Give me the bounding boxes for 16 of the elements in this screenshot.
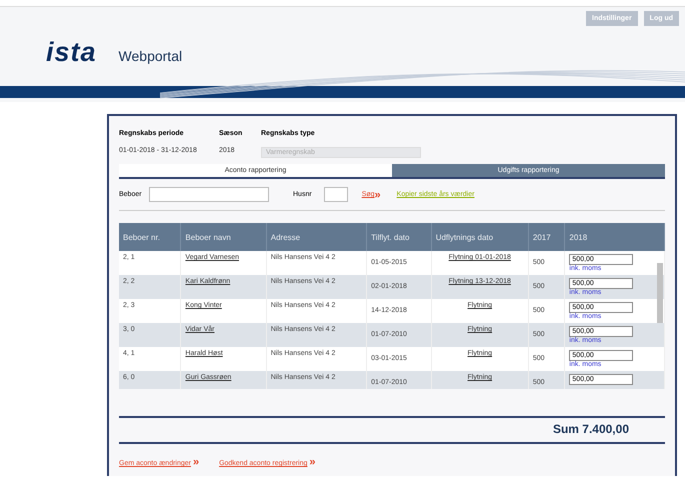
column-header: 2017 [528, 223, 565, 251]
chevron-icon: » [192, 456, 200, 468]
column-header: Beboer nr. [119, 223, 181, 251]
chevron-icon: » [309, 456, 316, 468]
logo: ista [46, 37, 97, 68]
column-header: 2018 [564, 223, 664, 251]
column-header: Beboer navn [180, 223, 266, 251]
scrollbar-thumb[interactable] [657, 263, 663, 323]
column-header: Adresse [266, 223, 367, 251]
chevron-icon: » [374, 188, 381, 200]
column-header: Udflytnings dato [431, 223, 528, 251]
sum-total: Sum 7.400,00 [119, 418, 665, 444]
resident-field[interactable] [149, 187, 269, 202]
portal-title: Webportal [118, 48, 182, 66]
column-header: Tilflyt. dato [366, 223, 432, 251]
house-number-field[interactable] [324, 187, 348, 202]
